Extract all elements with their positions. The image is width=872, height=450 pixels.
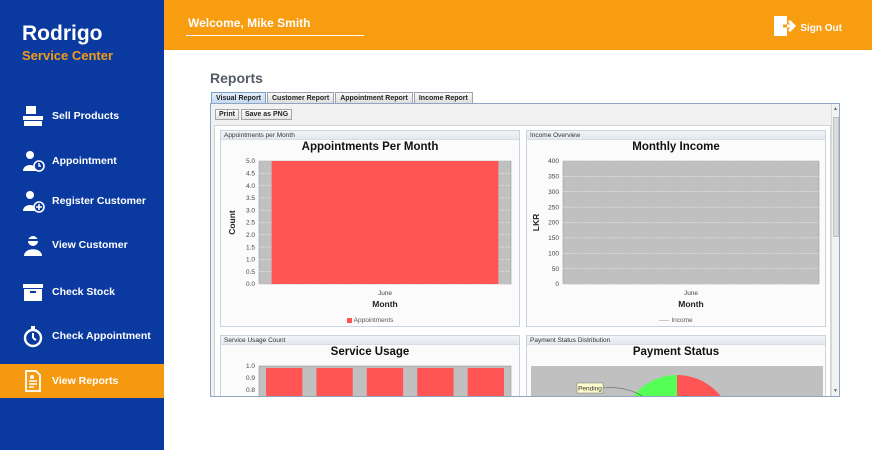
divider [186, 35, 364, 36]
tab-appointment-report[interactable]: Appointment Report [335, 92, 413, 103]
stopwatch-icon [20, 323, 46, 349]
sidebar-item-appointment[interactable]: Appointment [0, 144, 164, 178]
sign-out-button[interactable]: Sign Out [773, 14, 842, 43]
bar [271, 161, 499, 284]
y-tick-label: 0.0 [246, 281, 255, 288]
y-tick-label: 0 [555, 281, 559, 288]
scroll-down-icon[interactable]: ▼ [833, 388, 838, 394]
chart-panel-payment-status: Payment Status Distribution Payment Stat… [526, 335, 826, 396]
y-tick-label: 150 [548, 235, 559, 242]
report-toolbar: Print Save as PNG [215, 109, 294, 120]
y-tick-label: 5.0 [246, 158, 255, 165]
y-tick-label: 2.0 [246, 232, 255, 239]
sign-out-label: Sign Out [800, 23, 842, 34]
bar [417, 368, 454, 396]
y-tick-label: 4.0 [246, 183, 255, 190]
tab-customer-report[interactable]: Customer Report [267, 92, 335, 103]
y-tick-label: 1.0 [246, 363, 255, 370]
scrollbar-thumb[interactable] [833, 117, 839, 237]
chart-panel-appointments: Appointments per Month Appointments Per … [220, 130, 520, 327]
print-button[interactable]: Print [215, 109, 239, 120]
y-tick-label: 0.5 [246, 269, 255, 276]
sign-out-icon [773, 14, 797, 43]
x-tick-label: June [684, 290, 698, 297]
y-tick-label: 2.5 [246, 220, 255, 227]
sidebar-item-label: Check Appointment [52, 330, 151, 342]
x-axis-label: Month [372, 299, 398, 309]
sidebar-item-label: View Customer [52, 239, 128, 251]
tab-visual-report[interactable]: Visual Report [211, 92, 266, 103]
appointments-bar-chart: 0.0 0.5 1.0 1.5 2.0 2.5 3.0 3.5 4.0 4.5 5.0 June Mon… [227, 158, 512, 309]
y-tick-label: 0.9 [246, 375, 255, 382]
app-window: Rodrigo Service Center Sell Products App… [0, 0, 872, 450]
inventory-icon [20, 279, 46, 305]
brand-name: Rodrigo [22, 22, 103, 45]
sidebar-item-label: Appointment [52, 155, 117, 167]
y-tick-label: 250 [548, 204, 559, 211]
top-header: Welcome, Mike Smith Sign Out [164, 0, 872, 50]
y-tick-label: 350 [548, 174, 559, 181]
y-tick-label: 300 [548, 189, 559, 196]
y-tick-label: 3.0 [246, 207, 255, 214]
y-tick-label: 4.5 [246, 171, 255, 178]
legend-swatch [346, 317, 352, 323]
sidebar-item-label: Check Stock [52, 286, 116, 298]
payment-status-pie-chart: Pending [531, 366, 823, 396]
sidebar-item-view-reports[interactable]: View Reports [0, 364, 164, 398]
income-line-chart: 0 50 100 150 200 250 300 350 400 June Month LKR [531, 158, 820, 309]
charts-scroll-area[interactable]: Appointments per Month Appointments Per … [214, 125, 831, 396]
chart-legend: Appointments [221, 317, 519, 324]
sidebar-item-sell-products[interactable]: Sell Products [0, 99, 164, 133]
brand: Rodrigo Service Center [22, 22, 113, 63]
welcome-text: Welcome, Mike Smith [188, 16, 311, 30]
y-tick-label: 100 [548, 250, 559, 257]
legend-label: Appointments [353, 317, 394, 324]
scroll-up-icon[interactable]: ▲ [833, 106, 838, 112]
save-as-png-button[interactable]: Save as PNG [240, 109, 293, 120]
chart-legend: Income [527, 317, 825, 324]
user-icon [20, 232, 46, 258]
sidebar-item-check-appointment[interactable]: Check Appointment [0, 319, 164, 353]
plot-area [562, 160, 820, 285]
box-icon [20, 103, 46, 129]
sidebar: Rodrigo Service Center Sell Products App… [0, 0, 164, 450]
sidebar-item-label: View Reports [52, 375, 119, 387]
bar [316, 368, 353, 396]
y-tick-label: 1.5 [246, 244, 255, 251]
bar [266, 368, 303, 396]
y-tick-label: 400 [548, 158, 559, 165]
page-title: Reports [210, 70, 263, 86]
service-usage-bar-chart: 0.8 0.9 1.0 [246, 363, 512, 396]
x-axis-label: Month [678, 299, 704, 309]
brand-subtitle: Service Center [22, 48, 114, 63]
sidebar-item-label: Register Customer [52, 195, 146, 207]
sidebar-item-label: Sell Products [52, 110, 120, 122]
sidebar-item-view-customer[interactable]: View Customer [0, 228, 164, 262]
legend-swatch [659, 319, 670, 321]
y-tick-label: 200 [548, 220, 559, 227]
x-tick-label: June [378, 290, 392, 297]
chart-panel-service-usage: Service Usage Count Service Usage 0.8 0.9… [220, 335, 520, 396]
visual-report-panel: Print Save as PNG Appointments per Month… [210, 103, 840, 397]
report-tabs: Visual Report Customer Report Appointmen… [211, 92, 474, 103]
y-tick-label: 0.8 [246, 387, 255, 394]
bar [366, 368, 404, 396]
y-tick-label: 3.5 [246, 195, 255, 202]
sidebar-item-check-stock[interactable]: Check Stock [0, 275, 164, 309]
y-axis-label: Count [227, 210, 237, 235]
user-clock-icon [20, 148, 46, 174]
report-icon [20, 368, 46, 394]
y-tick-label: 50 [552, 266, 560, 273]
pie-label: Pending [578, 386, 602, 393]
chart-panel-income: Income Overview Monthly Income 0 50 100 150… [526, 130, 826, 327]
y-axis-label: LKR [531, 214, 541, 231]
user-add-icon [20, 188, 46, 214]
bar [467, 368, 504, 396]
legend-label: Income [671, 317, 693, 324]
vertical-scrollbar[interactable]: ▲ ▼ [831, 104, 839, 396]
y-tick-label: 1.0 [246, 257, 255, 264]
tab-income-report[interactable]: Income Report [413, 92, 473, 103]
sidebar-item-register-customer[interactable]: Register Customer [0, 184, 164, 218]
